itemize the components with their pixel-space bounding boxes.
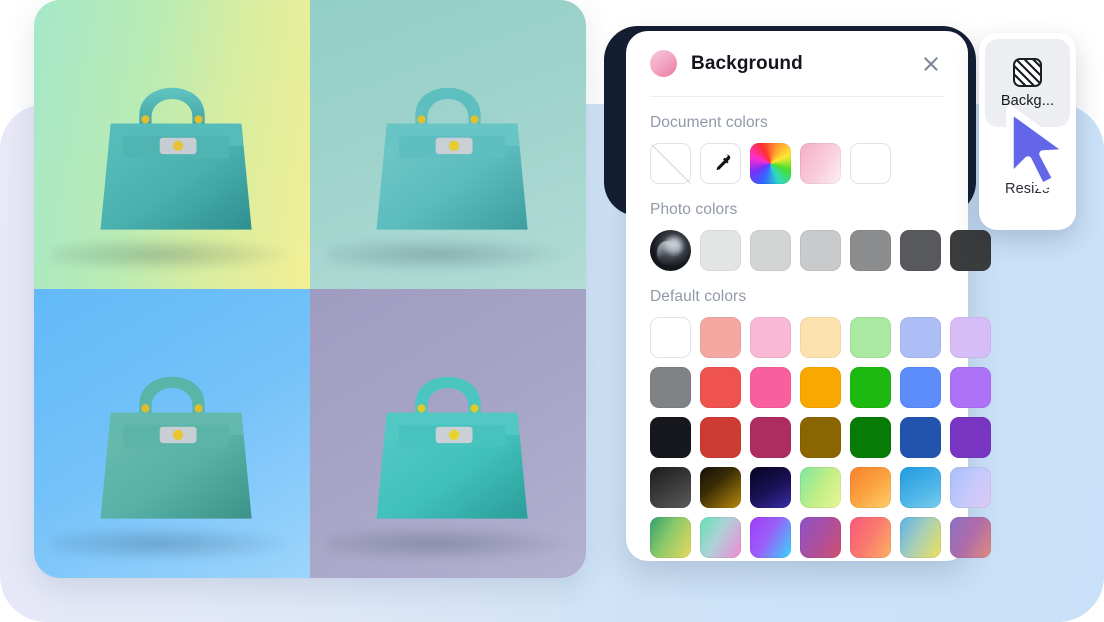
swatch-brick-red[interactable] (700, 417, 741, 458)
swatch-gradient-purple-cyan[interactable] (750, 517, 791, 558)
tool-resize-label: Resize (1005, 181, 1050, 197)
swatch-white[interactable] (650, 317, 691, 358)
swatch-gradient-pink-orange[interactable] (850, 517, 891, 558)
tool-background-label: Backg... (1000, 92, 1055, 109)
swatch-gradient-navy-indigo[interactable] (750, 467, 791, 508)
eyedropper-icon (716, 154, 730, 170)
tool-background[interactable]: Backg... (985, 39, 1070, 127)
gray-swatch-3[interactable] (800, 230, 841, 271)
default-colors-row-3 (650, 417, 991, 458)
background-panel: Background Document colors Photo colors (626, 31, 991, 561)
handbag-image-q3 (70, 324, 274, 555)
swatch-light-green[interactable] (850, 317, 891, 358)
swatch-green[interactable] (850, 367, 891, 408)
swatch-gradient-violet-salmon[interactable] (950, 517, 991, 558)
swatch-blue[interactable] (900, 367, 941, 408)
handbag-image-q4 (346, 324, 550, 555)
swatch-amber[interactable] (800, 367, 841, 408)
gray-swatch-5[interactable] (900, 230, 941, 271)
tool-rail: Backg... Resize (979, 33, 1076, 230)
swatch-light-purple[interactable] (950, 317, 991, 358)
swatch-magenta[interactable] (750, 417, 791, 458)
eyedropper-swatch[interactable] (700, 143, 741, 184)
swatch-gradient-teal-pink[interactable] (700, 517, 741, 558)
rainbow-swatch[interactable] (750, 143, 791, 184)
swatch-gradient-periwinkle-lavender[interactable] (950, 467, 991, 508)
gray-swatch-6[interactable] (950, 230, 991, 271)
default-colors-row-5 (650, 517, 991, 558)
handbag-variants-grid[interactable] (34, 0, 586, 578)
swatch-hot-pink[interactable] (750, 367, 791, 408)
grid-cell-q2[interactable] (310, 0, 586, 289)
document-colors-row (650, 143, 944, 184)
app-root: Background Document colors Photo colors (0, 0, 1104, 622)
photo-colors-row (650, 230, 991, 271)
swatch-gradient-blue[interactable] (900, 467, 941, 508)
swatch-violet[interactable] (950, 367, 991, 408)
swatch-light-pink[interactable] (750, 317, 791, 358)
swatch-gradient-blue-yellow[interactable] (900, 517, 941, 558)
swatch-gradient-green-yellow[interactable] (800, 467, 841, 508)
section-title-default-colors: Default colors (650, 288, 747, 305)
swatch-gradient-emerald-yellow[interactable] (650, 517, 691, 558)
swatch-gradient-charcoal[interactable] (650, 467, 691, 508)
swatch-periwinkle[interactable] (900, 317, 941, 358)
swatch-cream[interactable] (800, 317, 841, 358)
resize-arrows-icon (1016, 147, 1040, 169)
handbag-image-q1 (70, 35, 274, 266)
swatch-dark-violet[interactable] (950, 417, 991, 458)
panel-title: Background (691, 52, 803, 74)
hatched-square-icon (1013, 57, 1042, 87)
swatch-red[interactable] (700, 367, 741, 408)
gray-swatch-1[interactable] (700, 230, 741, 271)
grid-cell-q3[interactable] (34, 289, 310, 578)
swatch-gradient-dark-gold[interactable] (700, 467, 741, 508)
section-title-document-colors: Document colors (650, 114, 768, 131)
swatch-navy-blue[interactable] (900, 417, 941, 458)
swatch-gray[interactable] (650, 367, 691, 408)
white-swatch[interactable] (850, 143, 891, 184)
gray-swatch-2[interactable] (750, 230, 791, 271)
pink-gradient-swatch[interactable] (800, 143, 841, 184)
current-color-circle-icon[interactable] (650, 50, 677, 77)
section-title-photo-colors: Photo colors (650, 201, 738, 218)
default-colors-row-2 (650, 367, 991, 408)
handbag-image-q2 (346, 35, 550, 266)
default-colors-row-4 (650, 467, 991, 508)
no-color-swatch[interactable] (650, 143, 691, 184)
tool-resize[interactable]: Resize (985, 127, 1070, 215)
panel-header: Background (650, 31, 944, 97)
swatch-gradient-purple-magenta[interactable] (800, 517, 841, 558)
default-colors-row-1 (650, 317, 991, 358)
gray-swatch-4[interactable] (850, 230, 891, 271)
close-icon[interactable] (918, 51, 944, 77)
swatch-gradient-orange-yellow[interactable] (850, 467, 891, 508)
swatch-salmon[interactable] (700, 317, 741, 358)
grid-cell-q4[interactable] (310, 289, 586, 578)
swatch-dark-green[interactable] (850, 417, 891, 458)
swatch-black[interactable] (650, 417, 691, 458)
photo-thumbnail-swatch[interactable] (650, 230, 691, 271)
grid-cell-q1[interactable] (34, 0, 310, 289)
swatch-dark-gold[interactable] (800, 417, 841, 458)
